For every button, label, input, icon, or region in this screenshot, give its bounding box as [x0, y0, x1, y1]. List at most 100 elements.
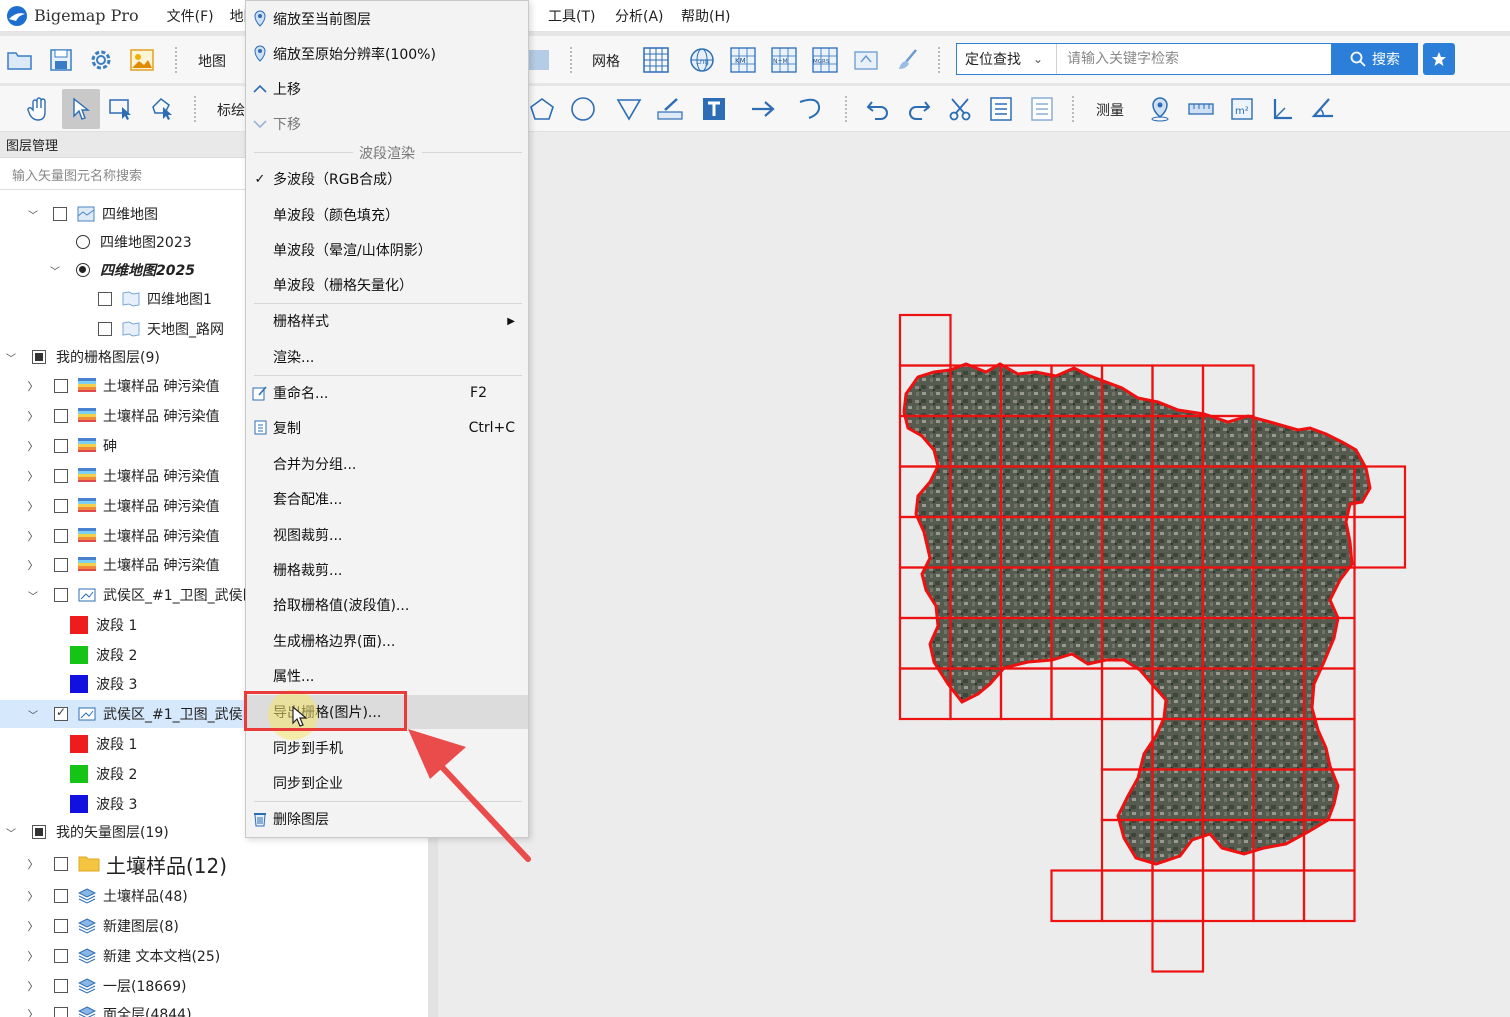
expand-chevron-right-icon[interactable]: 〉: [26, 1006, 40, 1017]
menu-raster-boundary[interactable]: 生成栅格边界(面)...: [246, 624, 528, 658]
grid-icon[interactable]: [641, 45, 671, 75]
lng-globe-icon[interactable]: Lng: [687, 45, 717, 75]
favorite-button[interactable]: [1423, 43, 1455, 75]
layer-row-soil-samples-48[interactable]: 〉 土壤样品(48): [0, 882, 430, 910]
expand-chevron-right-icon[interactable]: 〉: [26, 557, 40, 573]
expand-chevron-right-icon[interactable]: 〉: [26, 378, 40, 394]
pan-hand-icon[interactable]: [24, 94, 54, 124]
polygon-select-icon[interactable]: [147, 94, 177, 124]
basemap-radio[interactable]: [76, 235, 90, 249]
menu-georeference[interactable]: 套合配准...: [246, 482, 528, 516]
layer-visibility-checkbox[interactable]: [54, 469, 68, 483]
circle-draw-icon[interactable]: [568, 94, 598, 124]
expand-chevron-down-icon[interactable]: ﹀: [4, 350, 18, 365]
menu-render[interactable]: 渲染...: [246, 340, 528, 374]
layer-visibility-checkbox[interactable]: [98, 322, 112, 336]
expand-chevron-down-icon[interactable]: ﹀: [26, 207, 40, 222]
layer-visibility-checkbox[interactable]: [54, 949, 68, 963]
curve-draw-icon[interactable]: [795, 94, 825, 124]
layer-row-layer-one[interactable]: 〉 一层(18669): [0, 972, 430, 1000]
layer-visibility-checkbox[interactable]: [54, 439, 68, 453]
layer-visibility-checkbox[interactable]: [54, 529, 68, 543]
map-canvas[interactable]: [438, 132, 1510, 1017]
layer-visibility-checkbox[interactable]: [54, 409, 68, 423]
redo-icon[interactable]: [904, 94, 934, 124]
expand-chevron-right-icon[interactable]: 〉: [26, 498, 40, 514]
save-icon[interactable]: [46, 45, 76, 75]
layer-visibility-checkbox[interactable]: [54, 705, 68, 721]
expand-chevron-down-icon[interactable]: ﹀: [4, 825, 18, 840]
expand-chevron-right-icon[interactable]: 〉: [26, 888, 40, 904]
expand-chevron-down-icon[interactable]: ﹀: [48, 263, 62, 278]
layer-row-soil-samples-12[interactable]: 〉 土壤样品(12): [0, 850, 430, 878]
layer-visibility-checkbox[interactable]: [54, 499, 68, 513]
height-measure-icon[interactable]: [1268, 94, 1298, 124]
list-icon[interactable]: [1027, 94, 1057, 124]
distance-ruler-icon[interactable]: [1186, 94, 1216, 124]
layer-visibility-checkbox[interactable]: [54, 379, 68, 393]
menu-move-down[interactable]: 下移: [246, 107, 528, 141]
scissors-icon[interactable]: [945, 94, 975, 124]
menu-rename[interactable]: 重命名... F2: [246, 376, 528, 410]
angle-measure-icon[interactable]: [1308, 94, 1338, 124]
expand-chevron-right-icon[interactable]: 〉: [26, 438, 40, 454]
layer-visibility-checkbox[interactable]: [54, 558, 68, 572]
location-pin-icon[interactable]: [1145, 94, 1175, 124]
menu-pick-raster-value[interactable]: 拾取栅格值(波段值)...: [246, 588, 528, 622]
box-select-icon[interactable]: [106, 94, 136, 124]
layer-visibility-checkbox[interactable]: [54, 1007, 68, 1017]
undo-icon[interactable]: [863, 94, 893, 124]
layer-search-input[interactable]: 输入矢量图元名称搜索: [0, 160, 245, 190]
menu-help[interactable]: 帮助(H): [673, 6, 738, 26]
menu-analysis[interactable]: 分析(A): [607, 6, 672, 26]
menu-raster-clip[interactable]: 栅格裁剪...: [246, 553, 528, 587]
attribute-table-icon[interactable]: [986, 94, 1016, 124]
menu-properties[interactable]: 属性...: [246, 659, 528, 693]
basemap-radio[interactable]: [76, 263, 90, 277]
image-icon[interactable]: [127, 45, 157, 75]
menu-copy[interactable]: 复制 Ctrl+C: [246, 411, 528, 445]
nm-grid-icon[interactable]: N+M: [769, 45, 799, 75]
expand-chevron-right-icon[interactable]: 〉: [26, 948, 40, 964]
layer-row-new-layer-8[interactable]: 〉 新建图层(8): [0, 912, 430, 940]
km-grid-icon[interactable]: KM: [728, 45, 758, 75]
layer-row-wuhou-raster-2[interactable]: ﹀ 武侯区_#1_卫图_武侯区: [0, 700, 257, 728]
layer-visibility-checkbox[interactable]: [53, 207, 67, 221]
expand-chevron-right-icon[interactable]: 〉: [26, 468, 40, 484]
menu-raster-style[interactable]: 栅格样式 ▶: [246, 304, 528, 338]
select-arrow-icon[interactable]: [62, 89, 100, 129]
layer-visibility-checkbox[interactable]: [54, 919, 68, 933]
menu-tools[interactable]: 工具(T): [540, 6, 603, 26]
menu-move-up[interactable]: 上移: [246, 72, 528, 106]
expand-chevron-right-icon[interactable]: 〉: [26, 528, 40, 544]
mgrs-grid-icon[interactable]: MGRS: [810, 45, 840, 75]
expand-chevron-right-icon[interactable]: 〉: [26, 408, 40, 424]
polygon-draw-icon[interactable]: [527, 94, 557, 124]
triangle-draw-icon[interactable]: [614, 94, 644, 124]
menu-merge-group[interactable]: 合并为分组...: [246, 447, 528, 481]
menu-singleband-hillshade[interactable]: 单波段（晕渲/山体阴影）: [246, 233, 528, 267]
text-tool-icon[interactable]: [699, 94, 729, 124]
layer-visibility-checkbox[interactable]: [32, 350, 46, 364]
clear-brush-icon[interactable]: [893, 45, 923, 75]
menu-zoom-to-native[interactable]: 缩放至原始分辨率(100%): [246, 37, 528, 71]
arrow-draw-icon[interactable]: [748, 94, 778, 124]
annotate-label[interactable]: 标绘: [217, 100, 245, 120]
expand-chevron-right-icon[interactable]: 〉: [26, 856, 40, 872]
expand-chevron-right-icon[interactable]: 〉: [26, 978, 40, 994]
menu-zoom-to-layer[interactable]: 缩放至当前图层: [246, 2, 528, 36]
open-folder-icon[interactable]: [5, 45, 35, 75]
menu-singleband-color[interactable]: 单波段（颜色填充）: [246, 198, 528, 232]
menu-singleband-vectorize[interactable]: 单波段（栅格矢量化）: [246, 268, 528, 302]
layer-visibility-checkbox[interactable]: [54, 889, 68, 903]
settings-gear-icon[interactable]: [86, 45, 116, 75]
map-button[interactable]: 地图: [198, 51, 226, 71]
expand-chevron-down-icon[interactable]: ﹀: [26, 588, 40, 603]
layer-row-new-text-doc-25[interactable]: 〉 新建 文本文档(25): [0, 942, 430, 970]
layer-visibility-checkbox[interactable]: [54, 588, 68, 602]
map-export-icon[interactable]: [851, 45, 881, 75]
search-mode-dropdown[interactable]: 定位查找 ⌄: [957, 44, 1057, 74]
menu-multiband-rgb[interactable]: ✓ 多波段（RGB合成）: [246, 162, 528, 196]
ruler-pen-icon[interactable]: [655, 94, 685, 124]
menu-file[interactable]: 文件(F): [159, 6, 222, 26]
